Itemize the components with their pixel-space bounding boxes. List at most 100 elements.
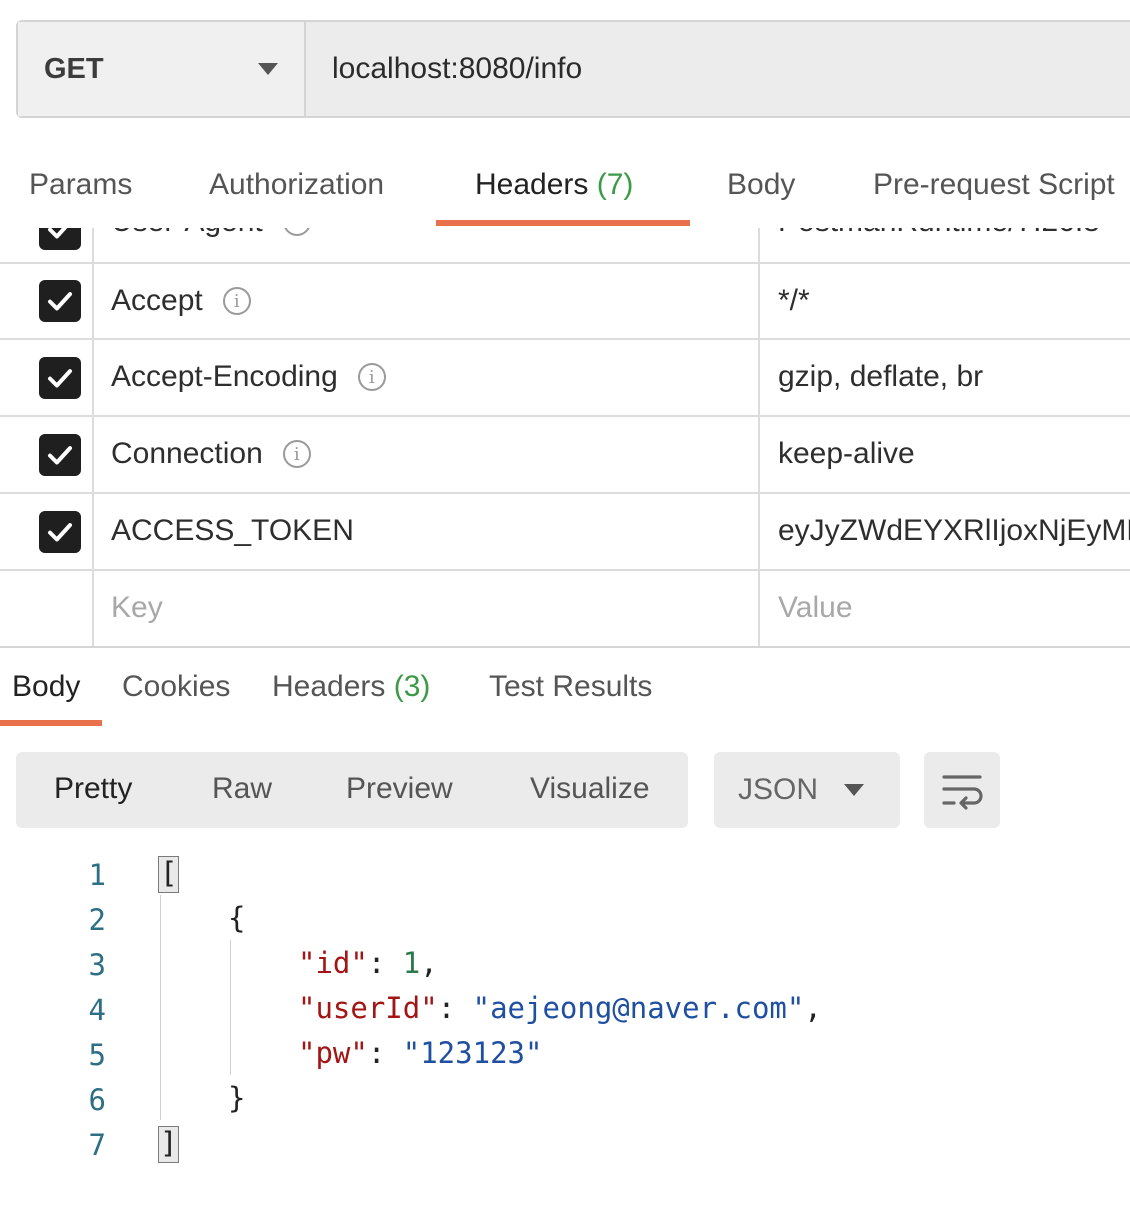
tab-authorization[interactable]: Authorization: [209, 168, 384, 202]
header-value[interactable]: eyJyZWdEYXRlIjoxNjEyMD: [778, 514, 1130, 548]
check-icon: [48, 369, 72, 388]
headers-table: User-Agent i PostmanRuntime/7.26.8 Accep…: [0, 228, 1130, 646]
new-value-input[interactable]: Value: [778, 591, 853, 625]
line-number: 3: [88, 948, 106, 982]
header-key-text: Accept-Encoding: [111, 360, 338, 393]
header-key[interactable]: Connection i: [111, 437, 311, 471]
checkbox[interactable]: [39, 228, 81, 250]
json-key: "userId": [298, 991, 438, 1025]
request-url-bar: GET localhost:8080/info: [16, 20, 1130, 118]
tab-params[interactable]: Params: [29, 168, 132, 202]
tab-count: (3): [393, 670, 431, 703]
check-icon: [48, 446, 72, 465]
response-tab-headers[interactable]: Headers (3): [272, 670, 430, 704]
tab-count: (7): [596, 168, 634, 201]
tab-label: Params: [29, 168, 133, 201]
value-placeholder: Value: [778, 591, 853, 624]
code-line: "pw": "123123": [298, 1036, 543, 1070]
header-value-text: gzip, deflate, br: [778, 360, 984, 393]
tab-body[interactable]: Body: [727, 168, 795, 202]
json-number: 1: [402, 946, 421, 980]
request-tabs: Params Authorization Headers (7) Body Pr…: [0, 150, 1130, 228]
tab-label: Authorization: [209, 168, 385, 201]
check-icon: [48, 523, 72, 542]
view-mode-group: Pretty Raw Preview Visualize: [16, 752, 688, 828]
active-response-tab-indicator: [0, 720, 102, 726]
header-key[interactable]: User-Agent i: [111, 228, 311, 239]
code-line: "userId": "aejeong@naver.com",: [298, 991, 822, 1025]
checkbox[interactable]: [39, 357, 81, 399]
tab-pre-request-script[interactable]: Pre-request Script: [873, 168, 1115, 202]
info-icon[interactable]: i: [282, 440, 311, 468]
wrap-lines-button[interactable]: [924, 752, 1000, 828]
json-string: "aejeong@naver.com": [472, 991, 805, 1025]
table-row-new: Key Value: [0, 571, 1130, 646]
tab-label: Pre-request Script: [873, 168, 1115, 201]
tab-label: Body: [12, 670, 81, 703]
tab-label: Test Results: [489, 670, 653, 703]
check-icon: [48, 292, 72, 311]
chevron-down-icon: [258, 63, 278, 75]
mode-label: Pretty: [54, 772, 133, 805]
section-divider: [0, 646, 1130, 648]
tab-label: Cookies: [122, 670, 231, 703]
wrap-lines-icon: [942, 775, 983, 810]
tab-label: Headers: [272, 670, 386, 703]
response-tab-cookies[interactable]: Cookies: [122, 670, 230, 704]
header-value-text: */*: [778, 284, 810, 317]
tab-headers[interactable]: Headers (7): [475, 168, 633, 202]
info-icon[interactable]: i: [282, 228, 311, 236]
indent-guide: [160, 895, 161, 1120]
header-value[interactable]: */*: [778, 284, 810, 318]
code-line: "id": 1,: [298, 946, 438, 980]
tab-label: Headers: [475, 168, 589, 201]
line-number: 5: [88, 1038, 106, 1072]
mode-pretty[interactable]: Pretty: [54, 772, 132, 806]
mode-visualize[interactable]: Visualize: [530, 772, 650, 806]
method-label: GET: [44, 52, 104, 85]
indent-guide: [230, 940, 231, 1075]
line-number: 1: [88, 858, 106, 892]
json-key: "id": [298, 946, 368, 980]
header-key-text: Accept: [111, 284, 203, 317]
response-tab-body[interactable]: Body: [12, 670, 80, 704]
header-value[interactable]: gzip, deflate, br: [778, 360, 983, 394]
key-placeholder: Key: [111, 591, 163, 624]
json-key: "pw": [298, 1036, 368, 1070]
new-key-input[interactable]: Key: [111, 591, 163, 625]
matched-bracket: [: [158, 856, 180, 893]
checkbox[interactable]: [39, 434, 81, 476]
header-key-text: ACCESS_TOKEN: [111, 514, 354, 547]
url-input[interactable]: localhost:8080/info: [306, 22, 1130, 116]
mode-label: Raw: [212, 772, 273, 805]
response-tab-test-results[interactable]: Test Results: [489, 670, 652, 704]
format-select[interactable]: JSON: [714, 752, 900, 828]
header-key[interactable]: Accept i: [111, 284, 251, 318]
table-row: User-Agent i PostmanRuntime/7.26.8: [0, 228, 1130, 264]
mode-label: Visualize: [530, 772, 650, 805]
header-value-text: keep-alive: [778, 437, 915, 470]
checkbox[interactable]: [39, 511, 81, 553]
method-select[interactable]: GET: [18, 22, 306, 116]
header-key[interactable]: Accept-Encoding i: [111, 360, 386, 394]
header-value[interactable]: PostmanRuntime/7.26.8: [778, 228, 1100, 239]
header-value[interactable]: keep-alive: [778, 437, 915, 471]
checkbox[interactable]: [39, 280, 81, 322]
table-row: Accept-Encoding i gzip, deflate, br: [0, 340, 1130, 417]
check-icon: [48, 228, 68, 239]
info-icon[interactable]: i: [357, 363, 386, 391]
header-key[interactable]: ACCESS_TOKEN: [111, 514, 354, 548]
code-line: }: [228, 1081, 245, 1115]
table-row: Accept i */*: [0, 264, 1130, 340]
tab-label: Body: [727, 168, 796, 201]
mode-preview[interactable]: Preview: [346, 772, 453, 806]
code-token: {: [228, 901, 246, 935]
mode-raw[interactable]: Raw: [212, 772, 272, 806]
header-value-text: PostmanRuntime/7.26.8: [778, 228, 1100, 238]
code-line: ]: [158, 1126, 180, 1163]
table-row: Connection i keep-alive: [0, 417, 1130, 494]
info-icon[interactable]: i: [222, 287, 251, 315]
header-key-text: User-Agent: [111, 228, 263, 239]
header-key-text: Connection: [111, 437, 263, 470]
chevron-down-icon: [844, 784, 864, 796]
